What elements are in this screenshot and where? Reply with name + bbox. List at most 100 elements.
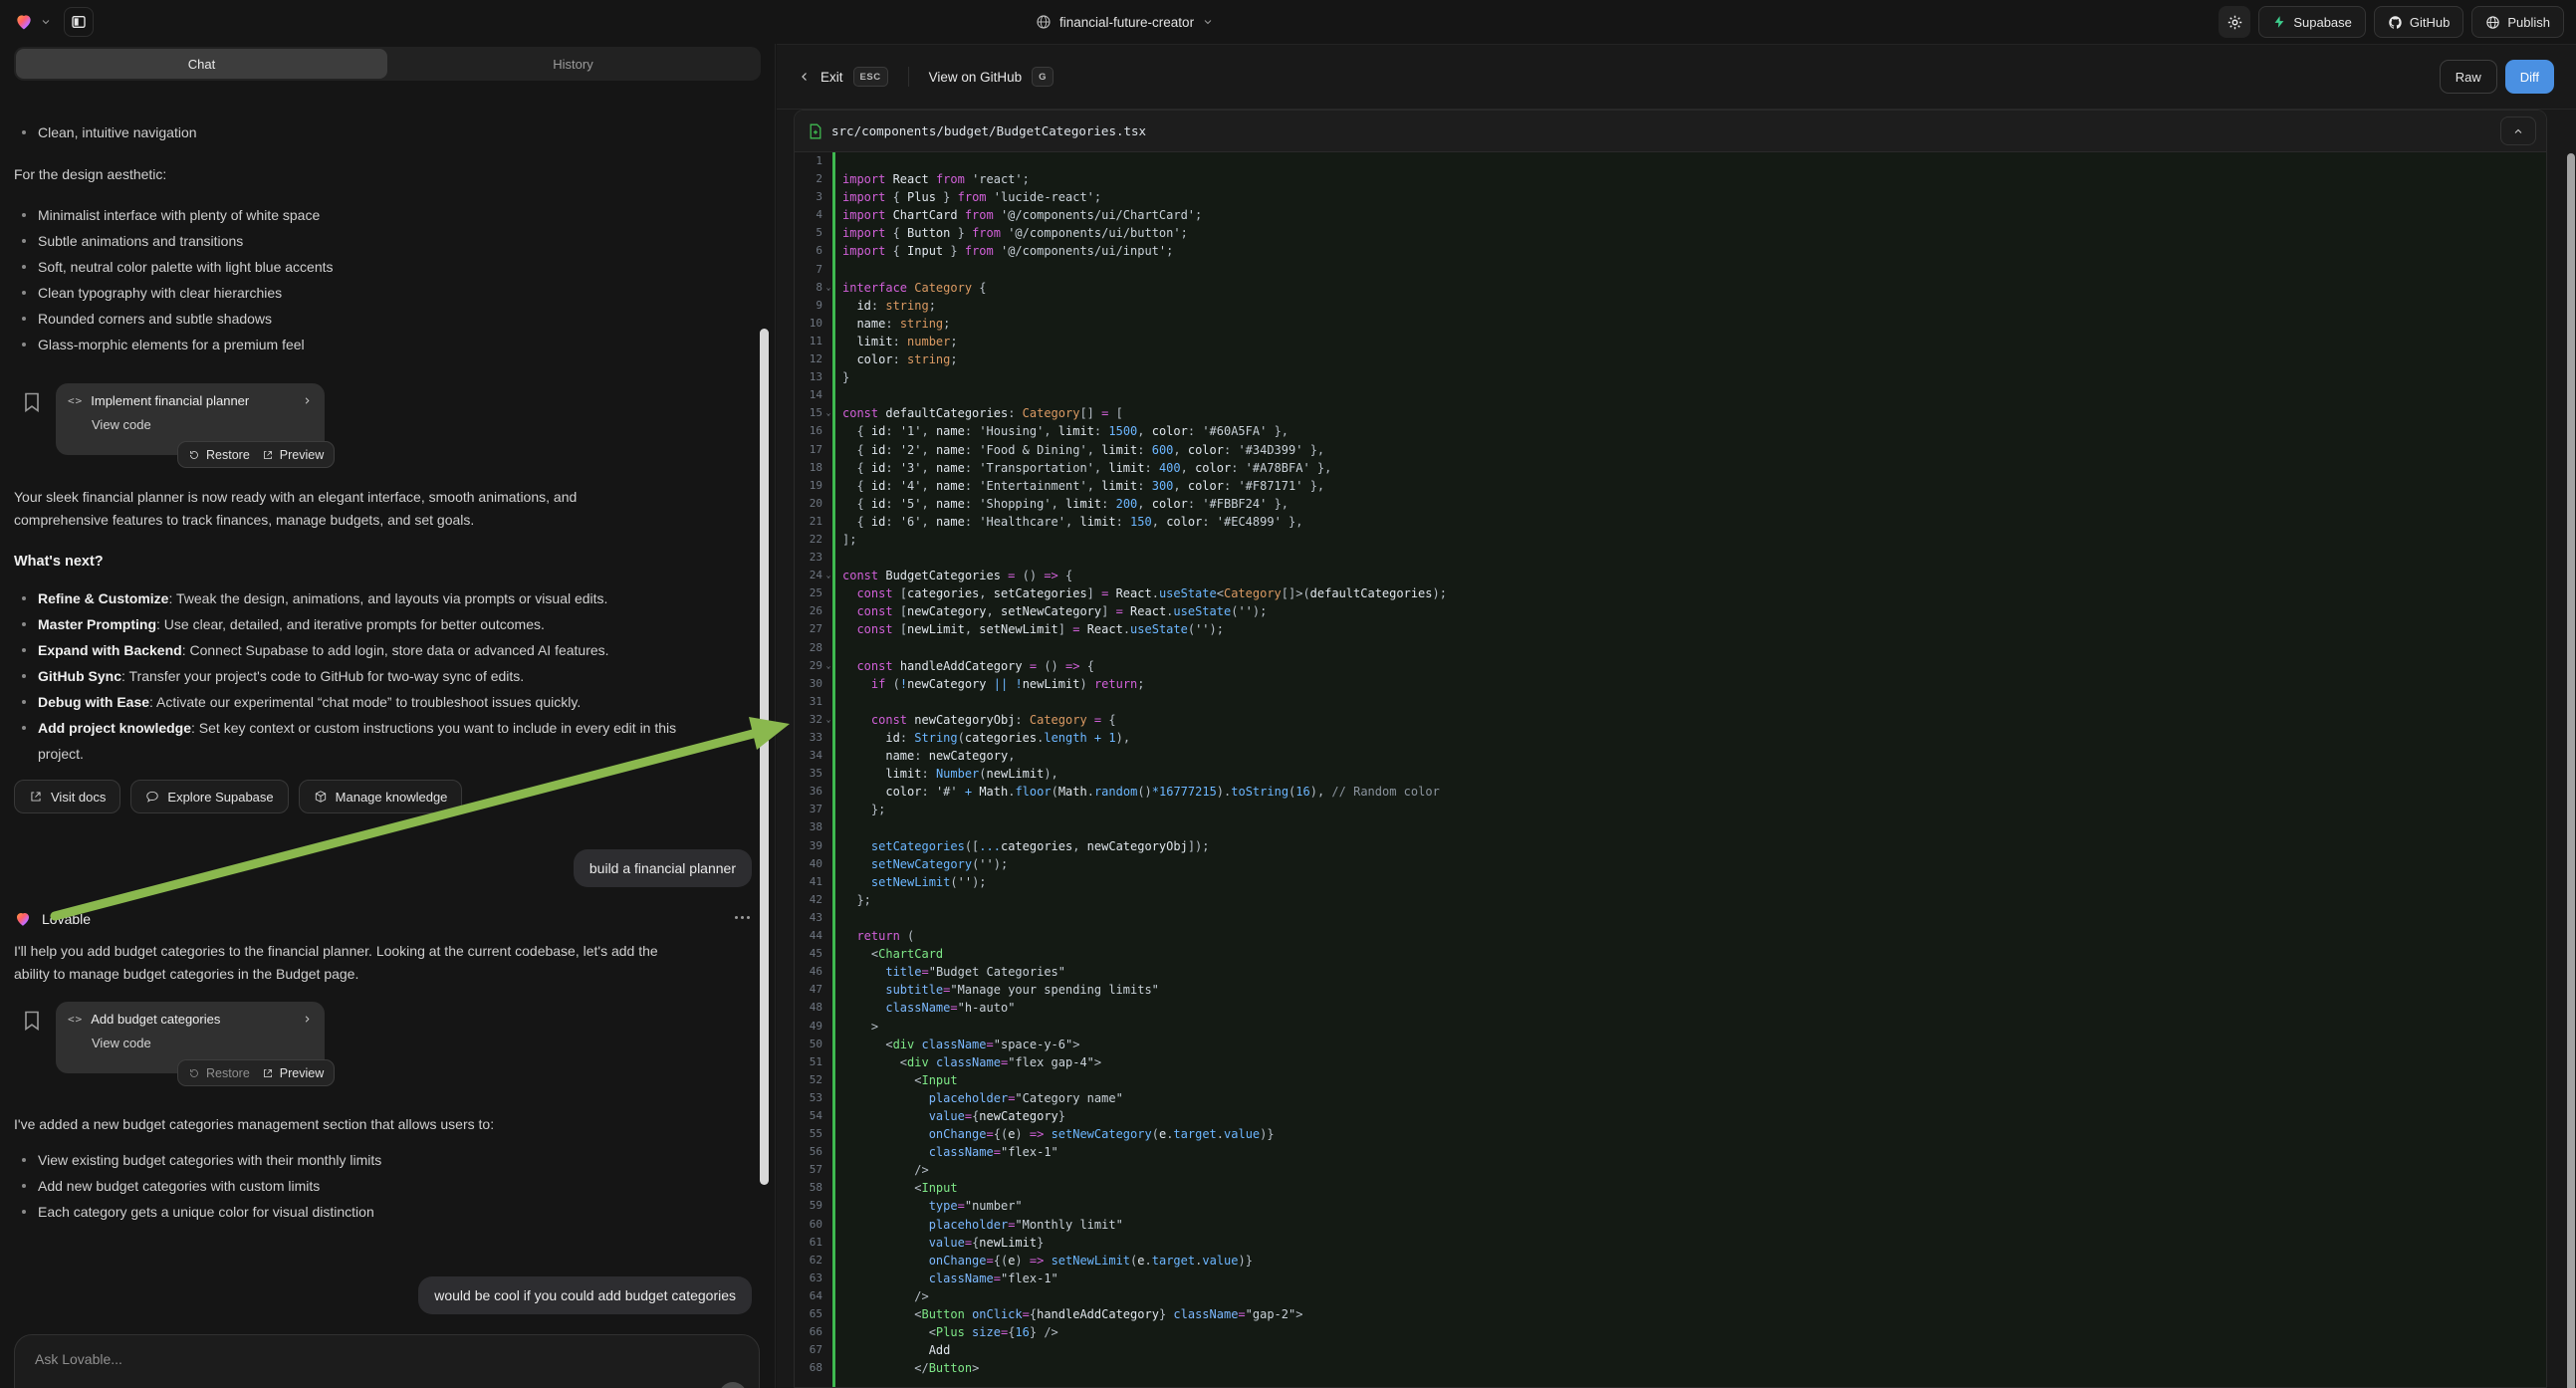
lovable-logo-icon[interactable]: [14, 12, 34, 32]
line-number: 6: [795, 242, 824, 260]
github-button[interactable]: GitHub: [2374, 6, 2463, 38]
fold-spacer: [824, 242, 832, 260]
line-number: 43: [795, 909, 824, 927]
fold-spacer: [824, 1287, 832, 1305]
code-line: 56 className="flex-1": [795, 1143, 2546, 1161]
chat-scroll-area[interactable]: Clean, intuitive navigation For the desi…: [0, 84, 776, 1388]
next-step-item: Master Prompting: Use clear, detailed, a…: [14, 611, 711, 637]
chevron-left-icon[interactable]: [799, 71, 811, 83]
collapse-file-button[interactable]: [2500, 116, 2536, 145]
github-shortcut-badge: G: [1032, 67, 1054, 87]
preview-button[interactable]: Preview: [262, 448, 324, 462]
assistant-header: Lovable: [14, 910, 91, 928]
sidebar-toggle-button[interactable]: [64, 7, 94, 37]
code-line: 32⌄ const newCategoryObj: Category = {: [795, 711, 2546, 729]
fold-spacer: [824, 1161, 832, 1179]
next-step-item: Refine & Customize: Tweak the design, an…: [14, 585, 711, 611]
manage-knowledge-button[interactable]: Manage knowledge: [299, 780, 463, 813]
chat-scrollbar[interactable]: [760, 329, 769, 1185]
fold-chevron-icon[interactable]: ⌄: [824, 404, 832, 422]
settings-button[interactable]: [2219, 6, 2250, 38]
list-item: View existing budget categories with the…: [14, 1147, 721, 1173]
fold-spacer: [824, 927, 832, 945]
tab-history[interactable]: History: [387, 49, 759, 79]
preview-label: Preview: [280, 1066, 324, 1080]
code-line: 3import { Plus } from 'lucide-react';: [795, 188, 2546, 206]
code-line: 9 id: string;: [795, 297, 2546, 315]
next-step-item: Add project knowledge: Set key context o…: [14, 715, 711, 767]
code-diff-area[interactable]: 12import React from 'react';3import { Pl…: [795, 152, 2546, 1388]
send-button[interactable]: [719, 1382, 747, 1388]
code-line: 39 setCategories([...categories, newCate…: [795, 837, 2546, 855]
fold-spacer: [824, 981, 832, 999]
list-item: Each category gets a unique color for vi…: [14, 1199, 721, 1225]
message-options-icon[interactable]: [735, 916, 750, 919]
preview-button[interactable]: Preview: [262, 1066, 324, 1080]
package-icon: [314, 790, 328, 804]
fold-spacer: [824, 1197, 832, 1215]
fold-chevron-icon[interactable]: ⌄: [824, 567, 832, 584]
code-line: 15⌄const defaultCategories: Category[] =…: [795, 404, 2546, 422]
bookmark-icon[interactable]: [24, 1011, 40, 1031]
added-file-icon: [809, 123, 822, 139]
code-line: 44 return (: [795, 927, 2546, 945]
chat-history-tabs: Chat History: [14, 47, 761, 81]
restore-button[interactable]: Restore: [188, 448, 250, 462]
fold-chevron-icon[interactable]: ⌄: [824, 279, 832, 297]
chat-input[interactable]: Ask Lovable...: [35, 1351, 122, 1367]
view-code-link[interactable]: View code: [92, 417, 313, 432]
code-line: 51 <div className="flex gap-4">: [795, 1053, 2546, 1071]
code-icon: <>: [68, 394, 83, 407]
exit-button[interactable]: Exit: [820, 70, 843, 85]
chat-bubble-icon: [145, 790, 159, 804]
fold-chevron-icon[interactable]: ⌄: [824, 657, 832, 675]
visit-docs-button[interactable]: Visit docs: [14, 780, 120, 813]
fold-spacer: [824, 495, 832, 513]
line-number: 65: [795, 1305, 824, 1323]
code-line: 20 { id: '5', name: 'Shopping', limit: 2…: [795, 495, 2546, 513]
raw-toggle-button[interactable]: Raw: [2440, 60, 2497, 94]
whats-next-heading: What's next?: [14, 554, 104, 570]
chevron-right-icon[interactable]: [302, 395, 313, 406]
bookmark-icon[interactable]: [24, 392, 40, 412]
line-number: 25: [795, 584, 824, 602]
line-number: 63: [795, 1270, 824, 1287]
line-number: 2: [795, 170, 824, 188]
chevron-right-icon[interactable]: [302, 1014, 313, 1025]
supabase-button[interactable]: Supabase: [2258, 6, 2366, 38]
project-chevron-down-icon[interactable]: [1202, 16, 1214, 28]
code-line: 38: [795, 818, 2546, 836]
list-item: Add new budget categories with custom li…: [14, 1173, 721, 1199]
fold-spacer: [824, 1071, 832, 1089]
next-step-item: GitHub Sync: Transfer your project's cod…: [14, 663, 711, 689]
list-item: Soft, neutral color palette with light b…: [14, 254, 721, 280]
line-number: 67: [795, 1341, 824, 1359]
line-number: 1: [795, 152, 824, 170]
publish-button[interactable]: Publish: [2471, 6, 2564, 38]
restore-button[interactable]: Restore: [188, 1066, 250, 1080]
bullet-text: Clean, intuitive navigation: [38, 119, 197, 145]
code-panel-scrollbar[interactable]: [2567, 153, 2575, 1388]
chevron-up-icon: [2512, 125, 2524, 137]
file-header[interactable]: src/components/budget/BudgetCategories.t…: [795, 111, 2546, 152]
view-code-link[interactable]: View code: [92, 1036, 313, 1050]
line-number: 39: [795, 837, 824, 855]
workspace-chevron-down-icon[interactable]: [40, 16, 52, 28]
explore-supabase-button[interactable]: Explore Supabase: [130, 780, 288, 813]
code-line: 5import { Button } from '@/components/ui…: [795, 224, 2546, 242]
fold-spacer: [824, 531, 832, 549]
user-message: build a financial planner: [574, 849, 752, 887]
line-number: 27: [795, 620, 824, 638]
line-number: 51: [795, 1053, 824, 1071]
line-number: 47: [795, 981, 824, 999]
code-line: 67 Add: [795, 1341, 2546, 1359]
fold-spacer: [824, 1216, 832, 1234]
fold-chevron-icon[interactable]: ⌄: [824, 711, 832, 729]
view-on-github-link[interactable]: View on GitHub: [929, 70, 1023, 85]
project-title[interactable]: financial-future-creator: [1059, 15, 1194, 30]
fold-spacer: [824, 549, 832, 567]
tab-chat[interactable]: Chat: [16, 49, 387, 79]
line-number: 24: [795, 567, 824, 584]
fold-spacer: [824, 152, 832, 170]
diff-toggle-button[interactable]: Diff: [2505, 60, 2554, 94]
